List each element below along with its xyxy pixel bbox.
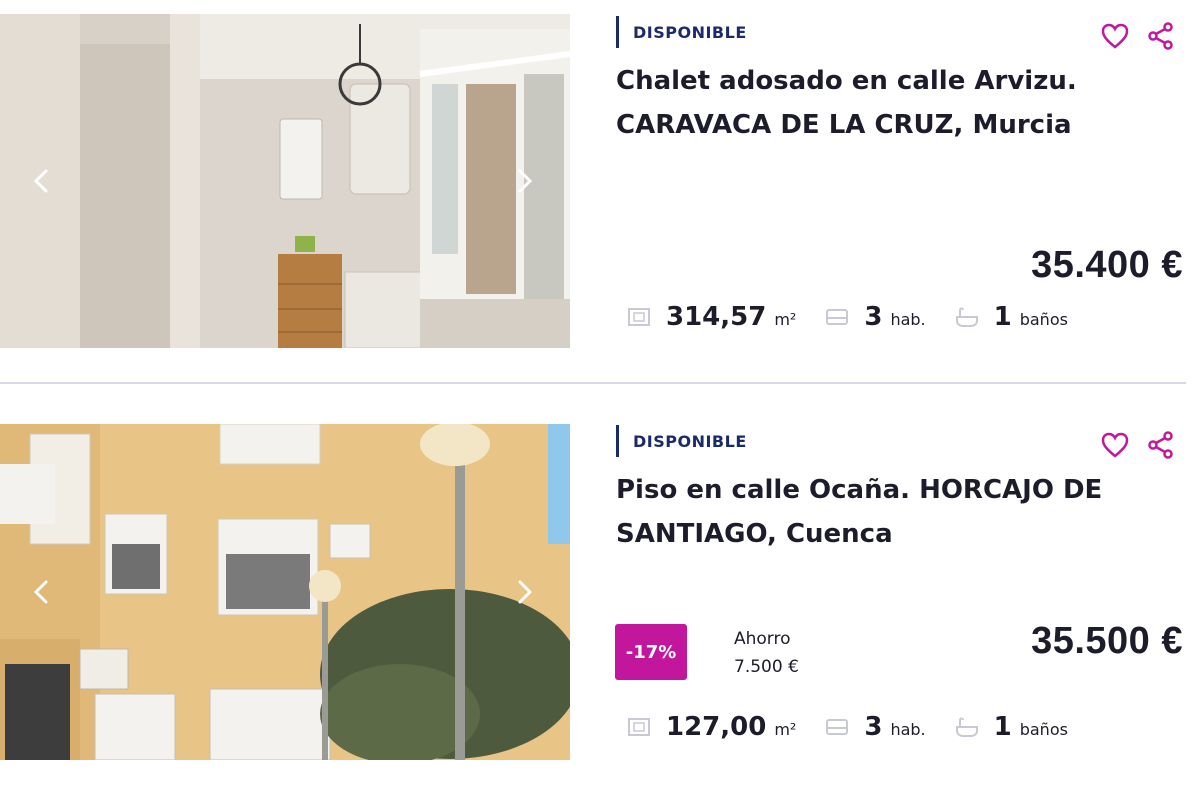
property-photo <box>0 14 570 348</box>
area-value: 314,57 <box>666 302 767 332</box>
chevron-right-icon <box>518 580 532 604</box>
favorite-button[interactable] <box>1100 21 1130 51</box>
area-icon <box>628 308 650 326</box>
bed-icon <box>826 719 849 735</box>
chevron-right-icon <box>518 169 532 193</box>
heart-icon <box>1101 23 1129 49</box>
share-icon <box>1148 431 1173 459</box>
baths-unit: baños <box>1019 720 1068 739</box>
favorite-button[interactable] <box>1100 430 1130 460</box>
feature-rooms: 3 hab. <box>824 712 926 742</box>
card-actions <box>1100 430 1176 460</box>
status-badge: DISPONIBLE <box>616 425 747 457</box>
bathtub-icon <box>955 307 978 327</box>
saving-value: 7.500 € <box>734 657 799 677</box>
property-photo-carousel[interactable] <box>0 14 570 348</box>
saving-label: Ahorro <box>734 629 791 649</box>
baths-value: 1 <box>993 712 1012 742</box>
baths-value: 1 <box>993 302 1012 332</box>
area-icon <box>628 718 650 736</box>
bathtub-icon <box>955 717 978 737</box>
saving-info: Ahorro 7.500 € <box>734 625 799 681</box>
property-card[interactable]: DISPONIBLE Chalet adosado en calle Arviz… <box>0 0 1200 360</box>
chevron-left-icon <box>34 580 48 604</box>
rooms-unit: hab. <box>890 310 926 329</box>
feature-area: 314,57 m² <box>626 302 796 332</box>
rooms-unit: hab. <box>890 720 926 739</box>
area-unit: m² <box>774 310 797 329</box>
heart-icon <box>1101 432 1129 458</box>
discount-badge: -17% <box>615 624 687 680</box>
property-title[interactable]: Piso en calle Ocaña. HORCAJO DE SANTIAGO… <box>616 468 1136 556</box>
feature-baths: 1 baños <box>954 302 1068 332</box>
area-unit: m² <box>774 720 797 739</box>
carousel-prev-button[interactable] <box>24 575 58 609</box>
property-title[interactable]: Chalet adosado en calle Arvizu. CARAVACA… <box>616 59 1136 147</box>
card-actions <box>1100 21 1176 51</box>
property-photo <box>0 424 570 760</box>
carousel-next-button[interactable] <box>508 575 542 609</box>
property-features: 314,57 m² 3 hab. 1 baños <box>626 302 1096 332</box>
chevron-left-icon <box>34 169 48 193</box>
property-features: 127,00 m² 3 hab. 1 baños <box>626 712 1096 742</box>
property-price: 35.500 € <box>1031 620 1183 662</box>
bed-icon <box>826 309 849 325</box>
status-badge: DISPONIBLE <box>616 16 747 48</box>
listing-divider <box>0 382 1186 384</box>
area-value: 127,00 <box>666 712 767 742</box>
feature-rooms: 3 hab. <box>824 302 926 332</box>
feature-baths: 1 baños <box>954 712 1068 742</box>
share-icon <box>1148 22 1173 50</box>
property-price: 35.400 € <box>1031 244 1183 286</box>
baths-unit: baños <box>1019 310 1068 329</box>
share-button[interactable] <box>1146 430 1176 460</box>
property-card[interactable]: DISPONIBLE Piso en calle Ocaña. HORCAJO … <box>0 420 1200 787</box>
rooms-value: 3 <box>864 712 883 742</box>
property-photo-carousel[interactable] <box>0 424 570 760</box>
carousel-prev-button[interactable] <box>24 164 58 198</box>
rooms-value: 3 <box>864 302 883 332</box>
feature-area: 127,00 m² <box>626 712 796 742</box>
carousel-next-button[interactable] <box>508 164 542 198</box>
share-button[interactable] <box>1146 21 1176 51</box>
